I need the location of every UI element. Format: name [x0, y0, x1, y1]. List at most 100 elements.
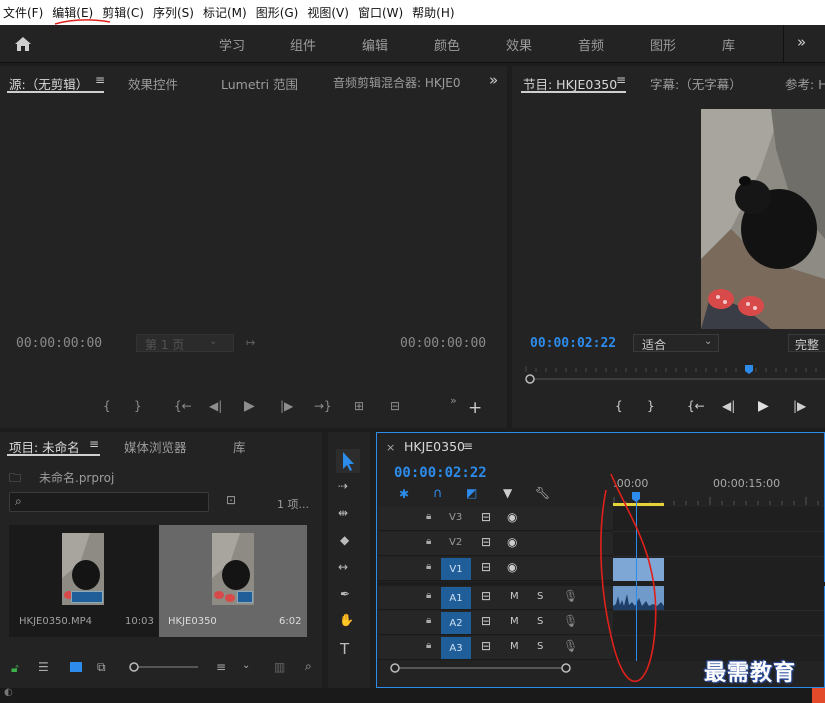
- go-to-in-icon[interactable]: {←: [687, 399, 705, 413]
- list-view-icon[interactable]: ☰: [38, 660, 49, 674]
- tab-media-browser[interactable]: 媒体浏览器: [124, 437, 187, 456]
- sync-lock-icon[interactable]: ⊟: [481, 535, 491, 549]
- menu-window[interactable]: 窗口(W): [355, 4, 409, 21]
- more-workspaces-icon[interactable]: »: [797, 33, 806, 51]
- hand-tool-icon[interactable]: ✋: [339, 613, 354, 627]
- wrench-icon[interactable]: 🔧︎: [535, 486, 550, 500]
- linked-selection-icon[interactable]: ◩: [466, 486, 477, 500]
- step-back-icon[interactable]: ◀|: [722, 399, 735, 413]
- menu-graphics[interactable]: 图形(G): [253, 4, 305, 21]
- tab-libraries[interactable]: 库: [233, 437, 246, 456]
- tab-menu-icon[interactable]: ≡: [463, 439, 473, 453]
- video-clip-v1[interactable]: [613, 558, 664, 581]
- project-item-selected[interactable]: HKJE0350 6:02: [159, 525, 307, 637]
- tab-sequence[interactable]: HKJE0350: [404, 439, 465, 454]
- icon-view-icon[interactable]: [70, 662, 82, 672]
- tab-effect-controls[interactable]: 效果控件: [128, 74, 178, 93]
- sort-icon[interactable]: ≡: [216, 660, 226, 674]
- tab-menu-icon[interactable]: ≡: [89, 437, 99, 451]
- zoom-slider[interactable]: [128, 661, 198, 673]
- menu-view[interactable]: 视图(V): [304, 4, 355, 21]
- tab-menu-icon[interactable]: ≡: [95, 73, 105, 87]
- project-item[interactable]: HKJE0350.MP4 10:03: [9, 525, 159, 637]
- project-search-input[interactable]: ⌕: [9, 492, 209, 512]
- page-dropdown[interactable]: 第 1 页 ⌄: [136, 334, 234, 352]
- microphone-icon[interactable]: 🎙︎: [563, 589, 578, 603]
- lock-icon[interactable]: 🔒︎: [426, 511, 431, 522]
- slip-tool-icon[interactable]: ↔: [338, 560, 348, 574]
- mark-out-icon[interactable]: }: [647, 399, 655, 413]
- track-row-v3[interactable]: 🔒︎ V3 ⊟ ◉: [378, 507, 613, 531]
- tab-menu-icon[interactable]: ≡: [616, 73, 626, 87]
- track-label-a2[interactable]: A2: [441, 612, 471, 634]
- workspace-color[interactable]: 颜色: [434, 35, 460, 54]
- microphone-icon[interactable]: 🎙︎: [563, 639, 578, 653]
- audio-clip-a1[interactable]: [613, 586, 664, 610]
- eye-icon[interactable]: ◉: [507, 510, 517, 524]
- workspace-audio[interactable]: 音频: [578, 35, 604, 54]
- program-preview-image[interactable]: [701, 109, 825, 329]
- tab-audio-clip-mixer[interactable]: 音频剪辑混合器: HKJE0: [333, 74, 467, 91]
- home-icon[interactable]: [13, 35, 33, 53]
- track-row-a2[interactable]: 🔒︎ A2 ⊟ M S 🎙︎: [378, 611, 613, 635]
- lock-icon[interactable]: 🔒︎: [426, 561, 431, 572]
- microphone-icon[interactable]: 🎙︎: [563, 614, 578, 628]
- close-icon[interactable]: ×: [386, 441, 395, 454]
- mute-button[interactable]: M: [510, 641, 519, 652]
- track-select-tool-icon[interactable]: ⇢: [338, 479, 348, 493]
- workspace-libraries[interactable]: 库: [722, 35, 735, 54]
- sync-lock-icon[interactable]: ⊟: [481, 639, 491, 653]
- go-to-in-icon[interactable]: {←: [174, 399, 192, 413]
- play-icon[interactable]: ▶: [758, 398, 769, 414]
- lock-icon[interactable]: 🔓︎: [11, 661, 19, 676]
- more-tabs-icon[interactable]: »: [489, 71, 498, 89]
- workspace-graphics[interactable]: 图形: [650, 35, 676, 54]
- mark-in-icon[interactable]: {: [615, 399, 623, 413]
- sync-lock-icon[interactable]: ⊟: [481, 560, 491, 574]
- workspace-learn[interactable]: 学习: [219, 35, 245, 54]
- razor-tool-icon[interactable]: ◆: [340, 533, 349, 547]
- freeform-view-icon[interactable]: ⧉: [97, 660, 106, 675]
- workspace-effects[interactable]: 效果: [506, 35, 532, 54]
- mute-button[interactable]: M: [510, 591, 519, 602]
- source-timecode-left[interactable]: 00:00:00:00: [16, 336, 102, 351]
- sync-lock-icon[interactable]: ⊟: [481, 614, 491, 628]
- settings-marker-icon[interactable]: ↦: [246, 336, 255, 349]
- sync-lock-icon[interactable]: ⊟: [481, 589, 491, 603]
- pen-tool-icon[interactable]: ✒: [340, 587, 350, 601]
- ripple-edit-tool-icon[interactable]: ⇹: [338, 506, 348, 520]
- tab-reference[interactable]: 参考: H: [785, 74, 825, 93]
- track-row-v1[interactable]: 🔒︎ V1 ⊟ ◉: [378, 557, 613, 581]
- go-to-out-icon[interactable]: →}: [314, 399, 332, 413]
- mark-out-icon[interactable]: }: [134, 399, 142, 413]
- mute-button[interactable]: M: [510, 616, 519, 627]
- new-bin-icon[interactable]: ⊡: [226, 493, 236, 507]
- lock-icon[interactable]: 🔒︎: [426, 615, 431, 626]
- tab-captions[interactable]: 字幕:（无字幕）: [650, 74, 742, 93]
- solo-button[interactable]: S: [537, 616, 543, 627]
- eye-icon[interactable]: ◉: [507, 560, 517, 574]
- lock-icon[interactable]: 🔒︎: [426, 590, 431, 601]
- track-row-a1[interactable]: 🔒︎ A1 ⊟ M S 🎙︎: [378, 586, 613, 610]
- timeline-ruler[interactable]: [613, 491, 825, 507]
- solo-button[interactable]: S: [537, 641, 543, 652]
- track-row-a3[interactable]: 🔒︎ A3 ⊟ M S 🎙︎: [378, 636, 613, 660]
- program-scrubber[interactable]: [524, 364, 825, 384]
- menu-marker[interactable]: 标记(M): [200, 4, 253, 21]
- step-back-icon[interactable]: ◀|: [209, 399, 222, 413]
- add-marker-icon[interactable]: ▼: [503, 486, 512, 500]
- menu-edit[interactable]: 编辑(E): [49, 4, 99, 21]
- mark-in-icon[interactable]: {: [103, 399, 111, 413]
- track-label-v1[interactable]: V1: [441, 558, 471, 580]
- step-forward-icon[interactable]: |▶: [793, 399, 806, 413]
- sync-lock-icon[interactable]: ⊟: [481, 510, 491, 524]
- playhead[interactable]: [636, 492, 637, 661]
- automate-icon[interactable]: ▥: [274, 660, 285, 674]
- play-icon[interactable]: ▶: [244, 398, 255, 414]
- workspace-editing[interactable]: 编辑: [362, 35, 388, 54]
- more-controls-icon[interactable]: »: [450, 394, 457, 407]
- step-forward-icon[interactable]: |▶: [280, 399, 293, 413]
- type-tool-icon[interactable]: T: [340, 640, 349, 658]
- timeline-timecode[interactable]: 00:00:02:22: [394, 465, 487, 481]
- snap-icon[interactable]: ∩: [433, 486, 443, 501]
